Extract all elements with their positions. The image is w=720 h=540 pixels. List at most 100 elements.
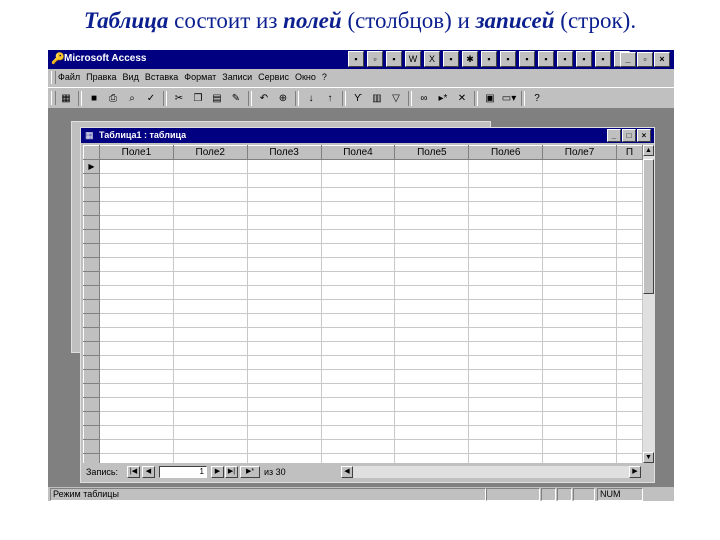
table-cell[interactable] xyxy=(247,397,322,412)
record-selector[interactable] xyxy=(83,383,100,398)
table-row[interactable] xyxy=(83,327,643,342)
table-cell[interactable] xyxy=(247,411,322,426)
table-cell[interactable] xyxy=(173,243,248,258)
table-cell[interactable] xyxy=(616,285,643,300)
table-cell[interactable] xyxy=(173,355,248,370)
filter-form-icon[interactable]: ▥ xyxy=(369,91,385,106)
new-record-icon[interactable]: ▸* xyxy=(435,91,451,106)
table-cell[interactable] xyxy=(99,369,174,384)
column-header[interactable]: Поле2 xyxy=(172,145,248,160)
table-cell[interactable] xyxy=(616,355,643,370)
table-cell[interactable] xyxy=(321,383,396,398)
table-cell[interactable] xyxy=(616,187,643,202)
table-cell[interactable] xyxy=(99,327,174,342)
table-cell[interactable] xyxy=(394,159,470,174)
shortcut-icon-7[interactable]: ✱ xyxy=(462,51,478,67)
view-icon[interactable]: ▦ xyxy=(58,91,74,106)
close-icon[interactable]: × xyxy=(654,52,670,67)
table-row[interactable] xyxy=(83,229,643,244)
restore-icon[interactable]: ▫ xyxy=(637,52,653,67)
copy-icon[interactable]: ❐ xyxy=(190,91,206,106)
table-cell[interactable] xyxy=(616,383,643,398)
table-cell[interactable] xyxy=(173,173,248,188)
table-row[interactable] xyxy=(83,271,643,286)
database-window-icon[interactable]: ▣ xyxy=(482,91,498,106)
table-cell[interactable] xyxy=(173,327,248,342)
table-cell[interactable] xyxy=(394,453,470,463)
menu-view[interactable]: Вид xyxy=(123,72,139,82)
table-cell[interactable] xyxy=(394,327,470,342)
table-cell[interactable] xyxy=(468,215,544,230)
table-cell[interactable] xyxy=(247,173,322,188)
table-cell[interactable] xyxy=(173,453,248,463)
table-cell[interactable] xyxy=(173,425,248,440)
table-cell[interactable] xyxy=(321,425,396,440)
table-cell[interactable] xyxy=(99,425,174,440)
table-row[interactable]: ▶ xyxy=(83,159,643,174)
table-cell[interactable] xyxy=(247,355,322,370)
menu-help[interactable]: ? xyxy=(322,72,327,82)
record-selector[interactable] xyxy=(83,285,100,300)
table-cell[interactable] xyxy=(616,159,643,174)
table-cell[interactable] xyxy=(173,271,248,286)
table-cell[interactable] xyxy=(616,243,643,258)
table-cell[interactable] xyxy=(542,425,617,440)
scroll-up-icon[interactable]: ▲ xyxy=(643,145,654,156)
table-cell[interactable] xyxy=(394,341,470,356)
table-cell[interactable] xyxy=(394,243,470,258)
table-cell[interactable] xyxy=(616,425,643,440)
menu-edit[interactable]: Правка xyxy=(86,72,116,82)
table-cell[interactable] xyxy=(173,341,248,356)
table-cell[interactable] xyxy=(247,327,322,342)
table-cell[interactable] xyxy=(542,411,617,426)
table-cell[interactable] xyxy=(394,229,470,244)
table-cell[interactable] xyxy=(394,285,470,300)
table-cell[interactable] xyxy=(468,439,544,454)
table-cell[interactable] xyxy=(468,173,544,188)
table-cell[interactable] xyxy=(394,355,470,370)
table-cell[interactable] xyxy=(321,215,396,230)
menu-window[interactable]: Окно xyxy=(295,72,316,82)
scroll-right-icon[interactable]: ▶ xyxy=(629,466,641,478)
table-row[interactable] xyxy=(83,453,643,463)
shortcut-icon-2[interactable]: ▫ xyxy=(367,51,383,67)
table-cell[interactable] xyxy=(394,201,470,216)
table-row[interactable] xyxy=(83,215,643,230)
table-cell[interactable] xyxy=(542,439,617,454)
scroll-thumb[interactable] xyxy=(643,159,654,294)
record-selector[interactable] xyxy=(83,173,100,188)
table-cell[interactable] xyxy=(321,397,396,412)
record-selector[interactable] xyxy=(83,327,100,342)
table-cell[interactable] xyxy=(616,327,643,342)
hyperlink-icon[interactable]: ⊕ xyxy=(275,91,291,106)
table-cell[interactable] xyxy=(247,313,322,328)
shortcut-icon-6[interactable]: ▪ xyxy=(443,51,459,67)
table-row[interactable] xyxy=(83,397,643,412)
menu-format[interactable]: Формат xyxy=(184,72,216,82)
first-record-icon[interactable]: |◀ xyxy=(127,466,140,478)
shortcut-icon-5[interactable]: X xyxy=(424,51,440,67)
prev-record-icon[interactable]: ◀ xyxy=(142,466,155,478)
save-icon[interactable]: ■ xyxy=(86,91,102,106)
table-cell[interactable] xyxy=(616,453,643,463)
table-cell[interactable] xyxy=(173,285,248,300)
table-cell[interactable] xyxy=(99,439,174,454)
table-cell[interactable] xyxy=(321,369,396,384)
table-cell[interactable] xyxy=(394,383,470,398)
shortcut-icon-12[interactable]: ▪ xyxy=(557,51,573,67)
table-cell[interactable] xyxy=(99,215,174,230)
table-cell[interactable] xyxy=(99,341,174,356)
table-cell[interactable] xyxy=(468,425,544,440)
table-cell[interactable] xyxy=(247,229,322,244)
help-icon[interactable]: ? xyxy=(529,91,545,106)
table-cell[interactable] xyxy=(321,159,396,174)
record-selector[interactable] xyxy=(83,201,100,216)
table-cell[interactable] xyxy=(99,411,174,426)
table-cell[interactable] xyxy=(542,215,617,230)
record-selector[interactable] xyxy=(83,355,100,370)
spelling-icon[interactable]: ✓ xyxy=(143,91,159,106)
table-cell[interactable] xyxy=(99,201,174,216)
maximize-icon[interactable]: □ xyxy=(622,129,636,142)
table-cell[interactable] xyxy=(247,215,322,230)
shortcut-icon-9[interactable]: ▪ xyxy=(500,51,516,67)
